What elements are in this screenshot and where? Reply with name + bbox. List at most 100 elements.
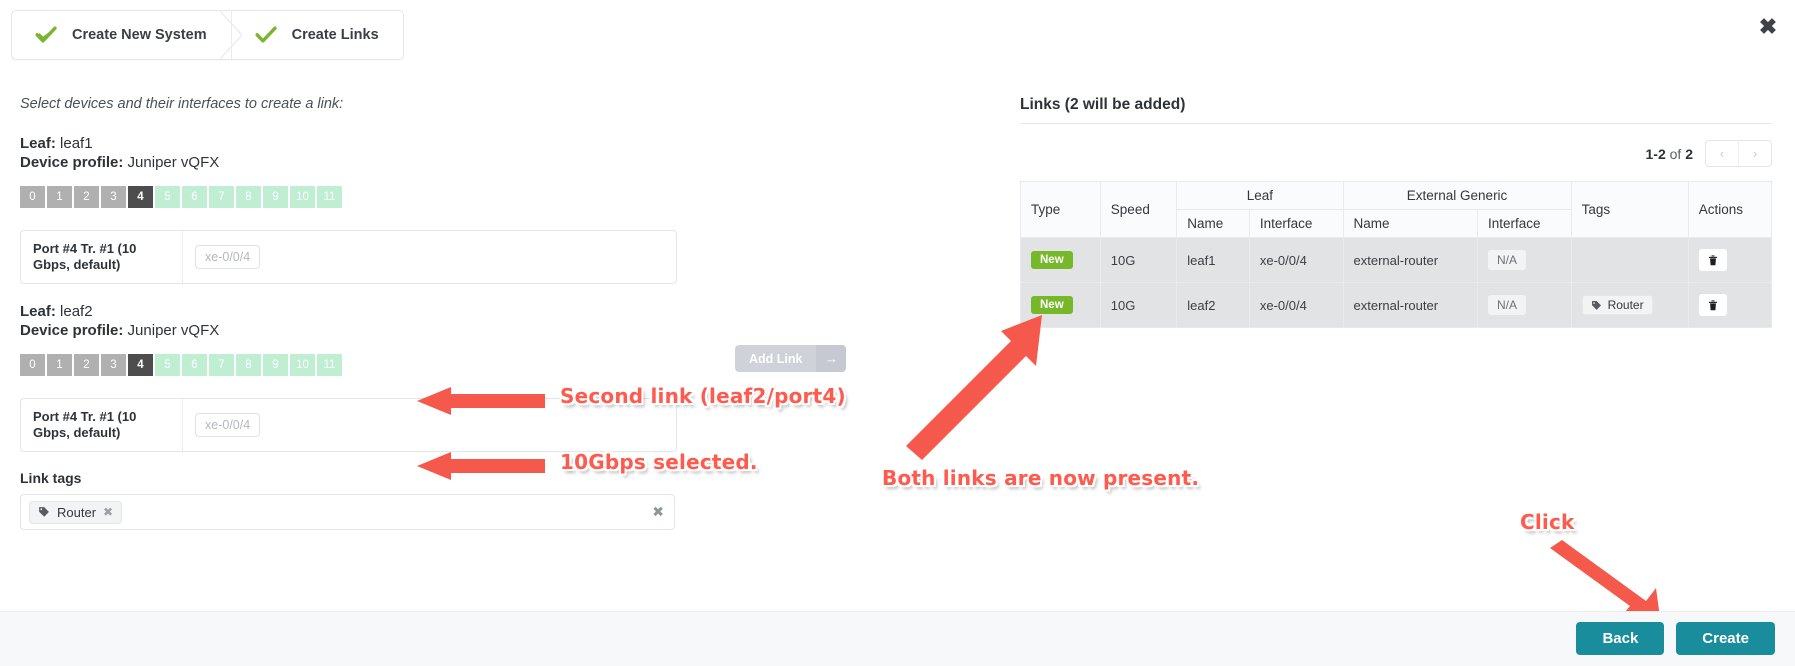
port-5[interactable]: 5 <box>155 354 180 376</box>
arrow-right-icon: → <box>816 345 847 372</box>
port-9[interactable]: 9 <box>263 354 288 376</box>
link-tags-input[interactable]: Router ✖ ✖ <box>20 494 675 530</box>
port-3[interactable]: 3 <box>101 354 126 376</box>
leaf-label: Leaf: <box>20 135 56 152</box>
cell-ext-interface: N/A <box>1476 237 1572 283</box>
col-type: Type <box>1020 181 1101 238</box>
annotation-second-link: Second link (leaf2/port4) <box>560 384 846 408</box>
x-icon[interactable]: ✖ <box>103 505 113 519</box>
tag-icon <box>1591 300 1601 310</box>
pagination-buttons: ‹ › <box>1705 140 1772 167</box>
port-selector-leaf1[interactable]: 0 1 2 3 4 5 6 7 8 9 10 11 <box>20 186 810 208</box>
dialog-footer: Back Create <box>0 611 1795 666</box>
cell-speed: 10G <box>1099 237 1178 283</box>
cell-ext-name: external-router <box>1342 282 1478 328</box>
port-4[interactable]: 4 <box>128 186 153 208</box>
interface-value[interactable]: xe-0/0/4 <box>195 413 261 437</box>
interface-row-leaf1: Port #4 Tr. #1 (10 Gbps, default) xe-0/0… <box>20 230 677 284</box>
cell-leaf-interface: xe-0/0/4 <box>1248 282 1344 328</box>
port-7[interactable]: 7 <box>209 354 234 376</box>
leaf-name: leaf2 <box>60 303 93 320</box>
port-0[interactable]: 0 <box>20 354 45 376</box>
clear-tags-icon[interactable]: ✖ <box>652 504 664 521</box>
chevron-left-icon[interactable]: ‹ <box>1706 141 1738 166</box>
cell-tags <box>1570 237 1689 283</box>
leaf-name: leaf1 <box>60 135 93 152</box>
colgroup-external-generic: External Generic <box>1342 181 1572 210</box>
port-4[interactable]: 4 <box>128 354 153 376</box>
col-speed: Speed <box>1099 181 1178 238</box>
port-6[interactable]: 6 <box>182 186 207 208</box>
links-summary-panel: Links (2 will be added) 1-2 of 2 ‹ › Typ… <box>1020 96 1773 328</box>
add-link-button[interactable]: Add Link → <box>735 345 847 372</box>
create-links-dialog: Create New System Create Links ✖ Select … <box>0 0 1795 666</box>
port-0[interactable]: 0 <box>20 186 45 208</box>
close-icon[interactable]: ✖ <box>1755 14 1781 40</box>
interface-label: Port #4 Tr. #1 (10 Gbps, default) <box>21 231 183 283</box>
port-1[interactable]: 1 <box>47 354 72 376</box>
pagination-of: of <box>1669 145 1682 162</box>
col-leaf-interface: Interface <box>1248 209 1344 238</box>
links-title: Links (2 will be added) <box>1020 96 1186 113</box>
annotation-arrow-diagonal <box>906 315 1042 460</box>
leaf-label: Leaf: <box>20 303 56 320</box>
port-2[interactable]: 2 <box>74 354 99 376</box>
wizard-step-create-links[interactable]: Create Links <box>230 11 403 59</box>
wizard-step-create-new-system[interactable]: Create New System <box>12 11 242 59</box>
table-row: New 10G leaf2 xe-0/0/4 external-router N… <box>1020 282 1773 328</box>
col-ext-name: Name <box>1342 209 1478 238</box>
na-pill: N/A <box>1487 295 1526 315</box>
create-button[interactable]: Create <box>1676 622 1775 655</box>
port-11[interactable]: 11 <box>317 354 342 376</box>
port-8[interactable]: 8 <box>236 354 261 376</box>
port-11[interactable]: 11 <box>317 186 342 208</box>
tag-chip-router[interactable]: Router ✖ <box>29 500 123 524</box>
col-leaf-name: Name <box>1176 209 1250 238</box>
profile-name: Juniper vQFX <box>127 154 220 171</box>
pagination: 1-2 of 2 ‹ › <box>1020 140 1772 167</box>
helper-text: Select devices and their interfaces to c… <box>20 96 344 112</box>
port-9[interactable]: 9 <box>263 186 288 208</box>
interface-value[interactable]: xe-0/0/4 <box>195 245 261 269</box>
cell-actions <box>1687 282 1773 328</box>
pagination-count: 1-2 of 2 <box>1646 146 1694 162</box>
profile-line: Device profile: Juniper vQFX <box>20 321 810 340</box>
annotation-10gbps-selected: 10Gbps selected. <box>560 450 758 474</box>
port-6[interactable]: 6 <box>182 354 207 376</box>
interface-label: Port #4 Tr. #1 (10 Gbps, default) <box>21 399 183 451</box>
wizard-step-label: Create Links <box>291 27 379 43</box>
na-pill: N/A <box>1487 250 1526 270</box>
profile-line: Device profile: Juniper vQFX <box>20 153 810 172</box>
links-table-body: New 10G leaf1 xe-0/0/4 external-router N… <box>1020 237 1773 328</box>
port-5[interactable]: 5 <box>155 186 180 208</box>
row-tag-chip: Router <box>1581 295 1653 315</box>
port-10[interactable]: 10 <box>290 186 315 208</box>
tag-icon <box>39 507 49 517</box>
port-2[interactable]: 2 <box>74 186 99 208</box>
annotation-click: Click <box>1520 510 1575 534</box>
footer-buttons: Back Create <box>1576 622 1775 655</box>
colgroup-leaf: Leaf <box>1176 181 1344 210</box>
row-tag-label: Router <box>1607 298 1644 312</box>
chevron-right-icon[interactable]: › <box>1738 141 1771 166</box>
port-10[interactable]: 10 <box>290 354 315 376</box>
trash-icon[interactable] <box>1698 294 1727 316</box>
add-link-label: Add Link <box>749 351 803 366</box>
status-badge: New <box>1031 251 1073 269</box>
check-icon <box>254 23 278 47</box>
cell-type: New <box>1020 237 1101 283</box>
tag-chip-label: Router <box>57 504 97 520</box>
annotation-arrow-left-2 <box>417 452 545 480</box>
port-7[interactable]: 7 <box>209 186 234 208</box>
cell-ext-name: external-router <box>1342 237 1478 283</box>
trash-icon[interactable] <box>1698 249 1727 271</box>
cell-speed: 10G <box>1099 282 1178 328</box>
cell-leaf-interface: xe-0/0/4 <box>1248 237 1344 283</box>
leaf-line: Leaf: leaf2 <box>20 302 810 321</box>
port-3[interactable]: 3 <box>101 186 126 208</box>
port-1[interactable]: 1 <box>47 186 72 208</box>
port-selector-leaf2[interactable]: 0 1 2 3 4 5 6 7 8 9 10 11 <box>20 354 810 376</box>
step-chevron-icon <box>219 11 242 59</box>
port-8[interactable]: 8 <box>236 186 261 208</box>
back-button[interactable]: Back <box>1576 622 1665 655</box>
